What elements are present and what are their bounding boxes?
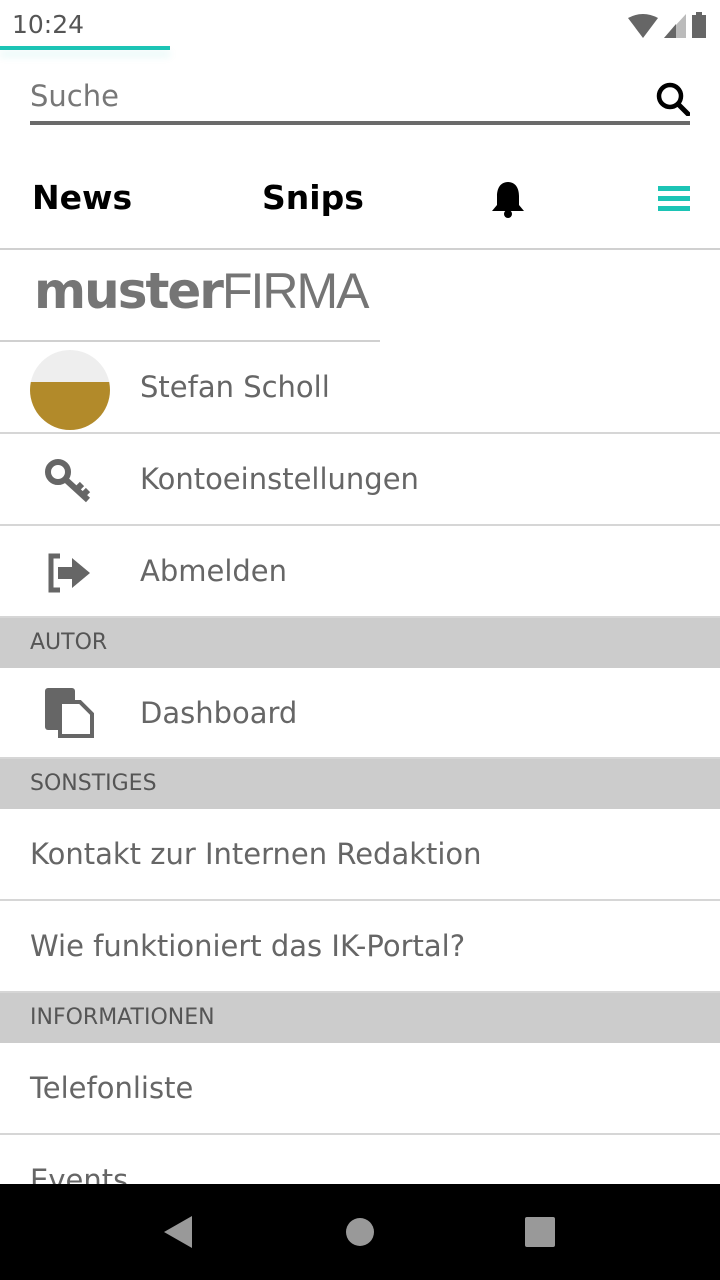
top-nav: News Snips (0, 160, 720, 250)
section-header-info: INFORMATIONEN (0, 993, 720, 1043)
recents-icon[interactable] (525, 1217, 555, 1247)
loading-indicator (0, 46, 170, 50)
section-header-author: AUTOR (0, 618, 720, 668)
menu-item-dashboard[interactable]: Dashboard (0, 668, 720, 759)
logout-icon (48, 553, 90, 593)
tab-news[interactable]: News (32, 178, 132, 217)
search-icon[interactable] (656, 82, 690, 116)
key-icon (45, 459, 91, 503)
clock: 10:24 (12, 10, 85, 39)
side-menu: Stefan Scholl Kontoeinstellungen Abmelde… (0, 342, 720, 1227)
wifi-icon (628, 14, 658, 38)
system-nav-bar (0, 1184, 720, 1280)
menu-item-phone-list[interactable]: Telefonliste (0, 1043, 720, 1135)
section-header-misc: SONSTIGES (0, 759, 720, 809)
bell-icon[interactable] (490, 180, 526, 218)
menu-item-logout[interactable]: Abmelden (0, 526, 720, 618)
status-bar: 10:24 (0, 0, 720, 48)
tab-snips[interactable]: Snips (262, 178, 364, 217)
search-bar (30, 72, 690, 125)
menu-item-account-settings[interactable]: Kontoeinstellungen (0, 434, 720, 526)
menu-item-howto[interactable]: Wie funktioniert das IK-Portal? (0, 901, 720, 993)
documents-icon (45, 688, 94, 738)
menu-item-contact[interactable]: Kontakt zur Internen Redaktion (0, 809, 720, 901)
home-icon[interactable] (345, 1217, 375, 1247)
search-input[interactable] (30, 72, 630, 120)
menu-item-profile[interactable]: Stefan Scholl (0, 342, 720, 434)
battery-icon (692, 12, 706, 38)
avatar (30, 350, 110, 430)
menu-icon[interactable] (658, 184, 690, 212)
company-logo: musterFIRMA (34, 262, 369, 320)
back-icon[interactable] (162, 1216, 194, 1248)
signal-icon (664, 14, 686, 38)
